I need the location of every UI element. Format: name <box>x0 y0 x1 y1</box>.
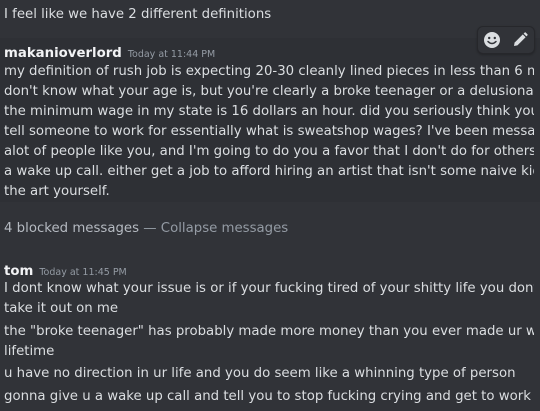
author-name[interactable]: makanioverlord <box>4 46 122 61</box>
message-line: a wake up call. either get a job to affo… <box>4 164 534 179</box>
message-timestamp: Today at 11:44 PM <box>127 49 216 60</box>
message-timestamp: Today at 11:45 PM <box>39 267 127 278</box>
message-body: u have no direction in ur life and you d… <box>4 364 534 384</box>
blocked-messages-bar: 4 blocked messages — Collapse messages <box>4 219 288 239</box>
message-toolbar <box>477 26 535 54</box>
message-body: gonna give u a wake up call and tell you… <box>4 387 534 407</box>
message-body: my definition of rush job is expecting 2… <box>4 62 534 202</box>
message-line: the "broke teenager" has probably made m… <box>4 324 534 339</box>
message-text: I feel like we have 2 different definiti… <box>4 7 272 22</box>
message-header: makanioverlord Today at 11:44 PM <box>4 42 215 62</box>
message-line: take it out on me <box>4 301 119 316</box>
message-line: u have no direction in ur life and you d… <box>4 366 516 381</box>
message-line: don't know what your age is, but you're … <box>4 84 534 99</box>
separator: — <box>143 221 157 236</box>
message-line: tell someone to work for essentially wha… <box>4 124 534 139</box>
message-line: the minimum wage in my state is 16 dolla… <box>4 104 534 119</box>
pencil-icon <box>514 32 528 46</box>
message-line: I dont know what your issue is or if you… <box>4 281 534 296</box>
message-line: alot of people like you, and I'm going t… <box>4 144 534 159</box>
chat-messages: I feel like we have 2 different definiti… <box>0 0 540 411</box>
message-line: gonna give u a wake up call and tell you… <box>4 389 531 404</box>
message-line: my definition of rush job is expecting 2… <box>4 64 534 79</box>
edit-button[interactable] <box>509 29 531 51</box>
collapse-messages-link[interactable]: Collapse messages <box>161 221 288 236</box>
emoji-icon <box>484 32 500 48</box>
message-line: the art yourself. <box>4 184 110 199</box>
message-group-makanioverlord[interactable]: makanioverlord Today at 11:44 PM my defin… <box>0 38 540 202</box>
author-name[interactable]: tom <box>4 264 33 279</box>
blocked-messages-count: 4 blocked messages <box>4 221 140 236</box>
message-body: I dont know what your issue is or if you… <box>4 279 534 319</box>
message-header: tom Today at 11:45 PM <box>4 260 127 280</box>
message-group-tom[interactable]: tom Today at 11:45 PM I dont know what yo… <box>0 256 540 411</box>
message-body: the "broke teenager" has probably made m… <box>4 322 534 362</box>
add-reaction-button[interactable] <box>481 29 503 51</box>
message-line: lifetime <box>4 344 55 359</box>
